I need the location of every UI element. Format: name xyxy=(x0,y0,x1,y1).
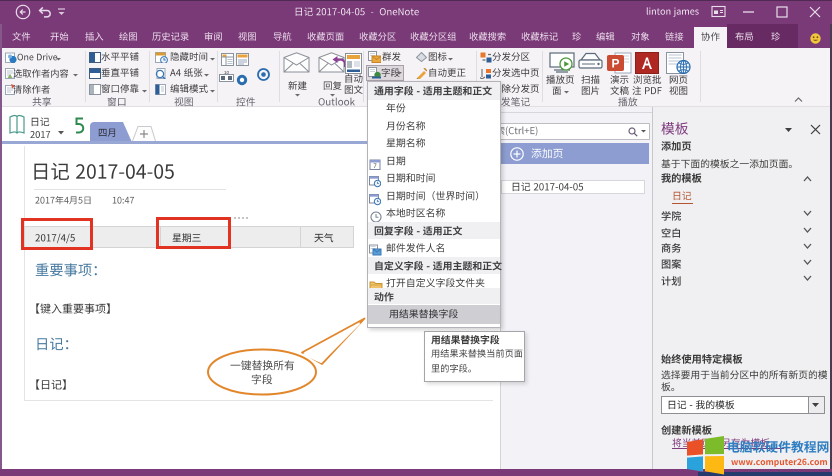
svg-text:P: P xyxy=(611,57,619,71)
svg-text:10: 10 xyxy=(224,70,230,75)
